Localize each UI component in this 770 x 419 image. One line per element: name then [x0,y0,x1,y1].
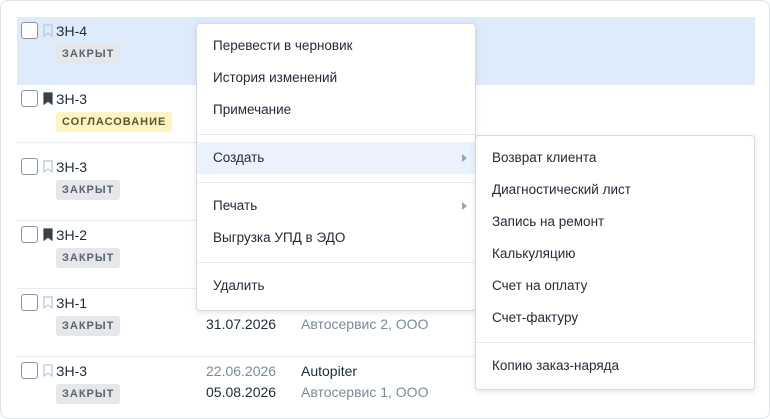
bookmark-outline-icon[interactable] [43,364,53,377]
row-checkbox[interactable] [21,158,38,175]
submenu-item-repair-booking[interactable]: Запись на ремонт [476,206,754,238]
menu-divider [197,134,475,135]
row-checkbox[interactable] [21,22,38,39]
created-date: 22.06.2026 [206,363,277,379]
row-checkbox[interactable] [21,362,38,379]
submenu-item-client-return[interactable]: Возврат клиента [476,142,754,174]
orders-list-card: ЗН-4 ЗАКРЫТ ЗН-3 СОГЛАСОВАНИЕ ЗН-3 ЗАКРЫ… [0,0,770,419]
menu-item-to-draft[interactable]: Перевести в черновик [197,30,475,62]
menu-divider [476,342,754,343]
menu-divider [197,262,475,263]
bookmark-outline-icon[interactable] [43,296,53,309]
submenu-item-invoice[interactable]: Счет на оплату [476,270,754,302]
menu-item-print[interactable]: Печать [197,190,475,222]
submenu-item-calculation[interactable]: Калькуляцию [476,238,754,270]
order-number[interactable]: ЗН-3 [56,363,87,379]
status-badge: СОГЛАСОВАНИЕ [56,112,173,132]
submenu-item-diagnostic-sheet[interactable]: Диагностический лист [476,174,754,206]
order-number[interactable]: ЗН-2 [56,227,87,243]
status-badge: ЗАКРЫТ [56,316,121,336]
bookmark-filled-icon[interactable] [43,228,53,241]
company-name: Автосервис 1, ООО [301,384,429,400]
order-date: 05.08.2026 [206,384,277,400]
company-name: Автосервис 2, ООО [301,316,429,332]
order-number[interactable]: ЗН-4 [56,23,87,39]
order-number[interactable]: ЗН-3 [56,159,87,175]
menu-item-delete[interactable]: Удалить [197,270,475,302]
row-checkbox[interactable] [21,226,38,243]
menu-item-export-upd[interactable]: Выгрузка УПД в ЭДО [197,222,475,254]
create-submenu: Возврат клиента Диагностический лист Зап… [475,135,755,390]
menu-item-history[interactable]: История изменений [197,62,475,94]
row-checkbox[interactable] [21,90,38,107]
submenu-item-vat-invoice[interactable]: Счет-фактуру [476,302,754,334]
menu-item-label: Печать [213,198,258,213]
status-badge: ЗАКРЫТ [56,44,121,64]
menu-item-create[interactable]: Создать [197,142,475,174]
menu-item-label: Создать [213,150,265,165]
bookmark-outline-icon[interactable] [43,24,53,37]
row-checkbox[interactable] [21,294,38,311]
client-name: Autopiter [301,363,358,379]
bookmark-filled-icon[interactable] [43,92,53,105]
status-badge: ЗАКРЫТ [56,180,121,200]
chevron-right-icon [462,154,467,162]
order-number[interactable]: ЗН-1 [56,295,87,311]
order-number[interactable]: ЗН-3 [56,91,87,107]
order-date: 31.07.2026 [206,316,277,332]
context-menu: Перевести в черновик История изменений П… [196,23,476,311]
submenu-item-copy-order[interactable]: Копию заказ-наряда [476,350,754,382]
menu-divider [197,182,475,183]
status-badge: ЗАКРЫТ [56,384,121,404]
status-badge: ЗАКРЫТ [56,248,121,268]
menu-item-note[interactable]: Примечание [197,94,475,126]
chevron-right-icon [462,202,467,210]
bookmark-outline-icon[interactable] [43,160,53,173]
